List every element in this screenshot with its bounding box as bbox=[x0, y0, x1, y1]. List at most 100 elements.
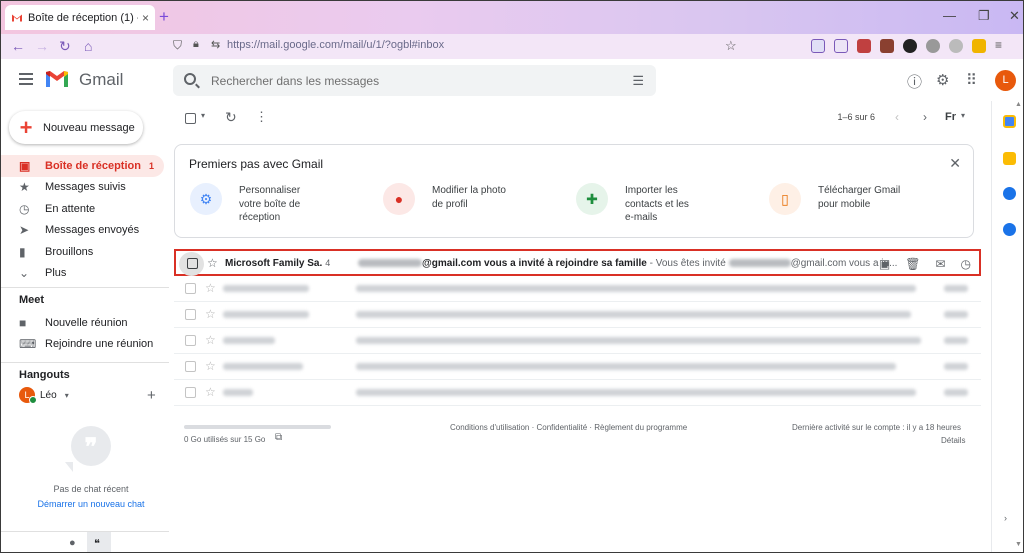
sidebar-item-inbox[interactable]: ▣ Boîte de réception 1 bbox=[1, 155, 164, 177]
search-bar[interactable]: Rechercher dans les messages ☰ bbox=[173, 65, 656, 96]
help-icon[interactable]: ⓘ bbox=[907, 71, 922, 92]
tab-close-icon[interactable]: × bbox=[142, 11, 149, 25]
input-tools-button[interactable]: Fr bbox=[945, 111, 956, 123]
contacts-icon[interactable] bbox=[1003, 223, 1016, 236]
delete-icon[interactable]: 🗑︎ bbox=[905, 257, 920, 271]
reload-icon[interactable]: ↻ bbox=[59, 38, 71, 55]
add-chat-icon[interactable]: + bbox=[147, 387, 156, 404]
tasks-icon[interactable] bbox=[1003, 187, 1016, 200]
email-row[interactable]: ☆ bbox=[174, 276, 981, 302]
select-all-checkbox[interactable] bbox=[185, 113, 196, 124]
compose-button[interactable]: + Nouveau message bbox=[9, 111, 143, 144]
menu-icon[interactable]: ≡ bbox=[995, 39, 1009, 53]
sidebar-item-drafts[interactable]: ▮ Brouillons bbox=[1, 241, 164, 263]
apps-grid-icon[interactable]: ⠿ bbox=[966, 71, 977, 89]
minimize-button[interactable]: — bbox=[943, 8, 956, 23]
select-dropdown-icon[interactable]: ▾ bbox=[201, 111, 205, 120]
main-menu-icon[interactable] bbox=[19, 73, 33, 85]
bookmark-star-icon[interactable]: ☆ bbox=[725, 38, 737, 54]
import-contacts-step[interactable]: ✚ Importer les contacts et les e-mails bbox=[576, 183, 689, 225]
sidebar-item-more[interactable]: ⌄ Plus bbox=[1, 263, 164, 285]
search-options-icon[interactable]: ☰ bbox=[632, 73, 644, 89]
redacted-subject bbox=[356, 311, 911, 318]
close-window-button[interactable]: ✕ bbox=[1009, 8, 1020, 24]
footer-links[interactable]: Conditions d'utilisation · Confidentiali… bbox=[450, 423, 687, 432]
extension-dark-icon[interactable] bbox=[903, 39, 917, 53]
email-sender: Microsoft Family Sa. 4 bbox=[225, 258, 330, 269]
browser-tab-gmail[interactable]: Boîte de réception (1) - leonida × bbox=[5, 5, 155, 30]
redacted-subject bbox=[356, 363, 896, 370]
hangouts-user-row[interactable]: L Léo ▾ bbox=[19, 387, 69, 404]
url-host: https://mail.google.com bbox=[227, 39, 341, 51]
star-icon[interactable]: ☆ bbox=[207, 256, 218, 270]
maximize-button[interactable]: ❐ bbox=[978, 8, 990, 24]
sidebar-item-snoozed[interactable]: ◷ En attente bbox=[1, 198, 164, 220]
pocket-icon[interactable] bbox=[811, 39, 825, 53]
next-page-icon[interactable]: › bbox=[923, 110, 927, 124]
scroll-down-arrow[interactable]: ▼ bbox=[1013, 541, 1023, 552]
email-row[interactable]: ☆ bbox=[174, 354, 981, 380]
new-tab-button[interactable]: + bbox=[159, 7, 169, 27]
calendar-icon[interactable] bbox=[1003, 115, 1016, 128]
url-bar[interactable]: https://mail.google.com/mail/u/1/?ogbl#i… bbox=[227, 39, 444, 51]
extension-k-icon[interactable] bbox=[949, 39, 963, 53]
new-meeting-item[interactable]: ■ Nouvelle réunion bbox=[19, 316, 128, 330]
email-checkbox[interactable] bbox=[185, 309, 196, 320]
email-checkbox[interactable] bbox=[185, 361, 196, 372]
input-tools-dropdown-icon[interactable]: ▾ bbox=[961, 111, 965, 120]
email-checkbox[interactable] bbox=[185, 283, 196, 294]
reader-icon[interactable] bbox=[834, 39, 848, 53]
scroll-up-arrow[interactable]: ▲ bbox=[1013, 101, 1023, 113]
settings-gear-icon[interactable]: ⚙ bbox=[936, 71, 949, 89]
start-chat-link[interactable]: Démarrer un nouveau chat bbox=[31, 499, 151, 509]
email-row[interactable]: ☆ bbox=[174, 302, 981, 328]
archive-icon[interactable]: ▣ bbox=[879, 257, 890, 271]
join-meeting-item[interactable]: ⌨ Rejoindre une réunion bbox=[19, 337, 153, 351]
home-icon[interactable]: ⌂ bbox=[84, 38, 92, 54]
keep-icon[interactable] bbox=[1003, 152, 1016, 165]
email-checkbox[interactable] bbox=[185, 335, 196, 346]
extension-grey-icon[interactable] bbox=[926, 39, 940, 53]
star-icon[interactable]: ☆ bbox=[205, 307, 216, 321]
permissions-icon[interactable]: ⇆ bbox=[211, 38, 220, 51]
search-icon[interactable] bbox=[184, 73, 196, 85]
more-options-icon[interactable]: ⋮ bbox=[255, 109, 268, 125]
person-icon[interactable]: ● bbox=[69, 537, 76, 549]
star-icon[interactable]: ☆ bbox=[205, 333, 216, 347]
email-row[interactable]: ☆ bbox=[174, 380, 981, 406]
gmail-header: Gmail Rechercher dans les messages ☰ ⓘ ⚙… bbox=[1, 59, 1023, 101]
back-arrow-icon[interactable]: ← bbox=[11, 38, 25, 54]
lock-icon[interactable]: 🔒︎ bbox=[193, 38, 199, 51]
star-icon[interactable]: ☆ bbox=[205, 359, 216, 373]
email-row-microsoft-family[interactable]: ☆ Microsoft Family Sa. 4 @gmail.com vous … bbox=[174, 249, 981, 276]
sidebar-item-sent[interactable]: ➤ Messages envoyés bbox=[1, 220, 164, 242]
profile-photo-step[interactable]: ● Modifier la photo de profil bbox=[383, 183, 506, 215]
refresh-icon[interactable]: ↻ bbox=[225, 109, 237, 126]
star-icon[interactable]: ☆ bbox=[205, 281, 216, 295]
extension-yellow-icon[interactable] bbox=[972, 39, 986, 53]
sidebar-item-starred[interactable]: ★ Messages suivis bbox=[1, 177, 164, 199]
customize-inbox-step[interactable]: ⚙ Personnaliser votre boîte de réception bbox=[190, 183, 300, 225]
previous-page-icon[interactable]: ‹ bbox=[895, 110, 899, 124]
extension-red-icon[interactable] bbox=[857, 39, 871, 53]
close-welcome-icon[interactable]: ✕ bbox=[949, 155, 961, 172]
mobile-app-step[interactable]: ▯ Télécharger Gmail pour mobile bbox=[769, 183, 900, 215]
hangouts-chat-icon[interactable]: ❝ bbox=[94, 537, 100, 550]
activity-details-link[interactable]: Détails bbox=[941, 436, 965, 445]
snooze-icon[interactable]: ◷ bbox=[961, 257, 971, 271]
star-icon[interactable]: ☆ bbox=[205, 385, 216, 399]
status-dropdown-icon[interactable]: ▾ bbox=[65, 391, 69, 400]
email-checkbox[interactable] bbox=[187, 258, 198, 269]
account-avatar[interactable]: L bbox=[995, 70, 1016, 91]
expand-panel-icon[interactable]: › bbox=[1004, 513, 1007, 523]
no-chat-text: Pas de chat récent bbox=[53, 484, 129, 494]
extension-badge-icon[interactable] bbox=[880, 39, 894, 53]
email-row[interactable]: ☆ bbox=[174, 328, 981, 354]
forward-arrow-icon[interactable]: → bbox=[35, 38, 49, 54]
mark-read-icon[interactable]: ✉ bbox=[935, 257, 945, 271]
email-checkbox[interactable] bbox=[185, 387, 196, 398]
search-input[interactable]: Rechercher dans les messages bbox=[211, 74, 379, 88]
external-link-icon[interactable]: ⧉ bbox=[275, 432, 282, 443]
step-line: de profil bbox=[432, 198, 468, 210]
shield-icon[interactable]: ⛉ bbox=[173, 38, 182, 53]
